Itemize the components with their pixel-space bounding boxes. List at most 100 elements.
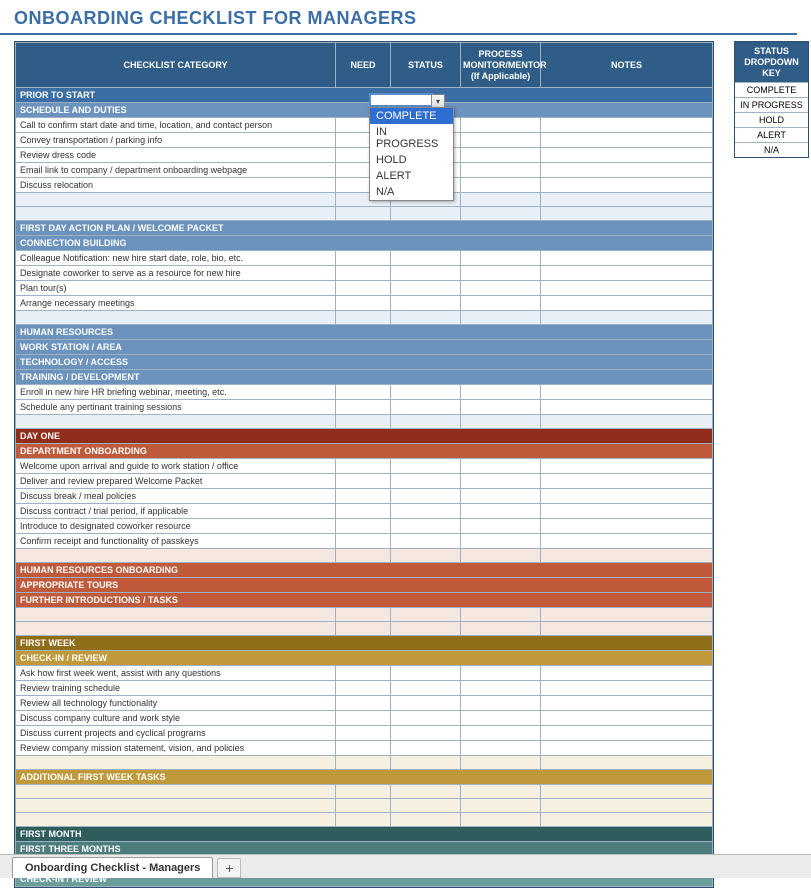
empty-cell[interactable]	[461, 311, 541, 325]
notes-cell[interactable]	[541, 148, 713, 163]
status-cell[interactable]	[391, 266, 461, 281]
status-cell[interactable]	[391, 251, 461, 266]
section-header[interactable]: PRIOR TO START	[16, 88, 713, 103]
notes-cell[interactable]	[541, 681, 713, 696]
empty-cell[interactable]	[336, 799, 391, 813]
checklist-item-label[interactable]: Welcome upon arrival and guide to work s…	[16, 459, 336, 474]
empty-cell[interactable]	[336, 549, 391, 563]
checklist-item-label[interactable]: Discuss company culture and work style	[16, 711, 336, 726]
status-cell[interactable]	[391, 741, 461, 756]
add-sheet-button[interactable]: +	[217, 858, 241, 878]
status-cell-selected[interactable]: ▾ COMPLETE IN PROGRESS HOLD ALERT N/A	[369, 93, 433, 107]
section-header[interactable]: DAY ONE	[16, 429, 713, 444]
need-cell[interactable]	[336, 726, 391, 741]
empty-cell[interactable]	[336, 756, 391, 770]
empty-cell[interactable]	[541, 207, 713, 221]
process-cell[interactable]	[461, 296, 541, 311]
col-header-need[interactable]: NEED	[336, 43, 391, 88]
empty-cell[interactable]	[541, 813, 713, 827]
col-header-status[interactable]: STATUS	[391, 43, 461, 88]
section-header[interactable]: FIRST DAY ACTION PLAN / WELCOME PACKET	[16, 221, 713, 236]
checklist-item-label[interactable]: Designate coworker to serve as a resourc…	[16, 266, 336, 281]
section-header[interactable]: HUMAN RESOURCES ONBOARDING	[16, 563, 713, 578]
empty-cell[interactable]	[336, 608, 391, 622]
notes-cell[interactable]	[541, 459, 713, 474]
empty-cell[interactable]	[16, 415, 336, 429]
empty-cell[interactable]	[461, 549, 541, 563]
empty-cell[interactable]	[391, 415, 461, 429]
notes-cell[interactable]	[541, 400, 713, 415]
process-cell[interactable]	[461, 459, 541, 474]
status-cell[interactable]	[391, 519, 461, 534]
section-header[interactable]: APPROPRIATE TOURS	[16, 578, 713, 593]
empty-cell[interactable]	[391, 756, 461, 770]
process-cell[interactable]	[461, 741, 541, 756]
empty-cell[interactable]	[541, 549, 713, 563]
checklist-item-label[interactable]: Deliver and review prepared Welcome Pack…	[16, 474, 336, 489]
checklist-item-label[interactable]: Review company mission statement, vision…	[16, 741, 336, 756]
need-cell[interactable]	[336, 519, 391, 534]
empty-cell[interactable]	[336, 813, 391, 827]
process-cell[interactable]	[461, 163, 541, 178]
empty-cell[interactable]	[16, 207, 336, 221]
empty-cell[interactable]	[541, 785, 713, 799]
section-header[interactable]: TECHNOLOGY / ACCESS	[16, 355, 713, 370]
process-cell[interactable]	[461, 711, 541, 726]
checklist-item-label[interactable]: Convey transportation / parking info	[16, 133, 336, 148]
process-cell[interactable]	[461, 726, 541, 741]
status-cell[interactable]	[391, 726, 461, 741]
checklist-item-label[interactable]: Introduce to designated coworker resourc…	[16, 519, 336, 534]
dropdown-option-alert[interactable]: ALERT	[370, 168, 453, 184]
section-header[interactable]: ADDITIONAL FIRST WEEK TASKS	[16, 770, 713, 785]
status-dropdown-list[interactable]: COMPLETE IN PROGRESS HOLD ALERT N/A	[369, 107, 454, 201]
checklist-item-label[interactable]: Review dress code	[16, 148, 336, 163]
empty-cell[interactable]	[541, 311, 713, 325]
empty-cell[interactable]	[16, 785, 336, 799]
section-header[interactable]: FIRST MONTH	[16, 827, 713, 842]
notes-cell[interactable]	[541, 741, 713, 756]
need-cell[interactable]	[336, 281, 391, 296]
need-cell[interactable]	[336, 534, 391, 549]
checklist-item-label[interactable]: Enroll in new hire HR briefing webinar, …	[16, 385, 336, 400]
process-cell[interactable]	[461, 519, 541, 534]
empty-cell[interactable]	[391, 813, 461, 827]
empty-cell[interactable]	[336, 207, 391, 221]
process-cell[interactable]	[461, 534, 541, 549]
status-cell[interactable]	[391, 385, 461, 400]
section-header[interactable]: FURTHER INTRODUCTIONS / TASKS	[16, 593, 713, 608]
empty-cell[interactable]	[541, 622, 713, 636]
empty-cell[interactable]	[336, 311, 391, 325]
notes-cell[interactable]	[541, 266, 713, 281]
checklist-item-label[interactable]: Schedule any pertinant training sessions	[16, 400, 336, 415]
status-cell[interactable]	[391, 489, 461, 504]
empty-cell[interactable]	[336, 622, 391, 636]
col-header-category[interactable]: CHECKLIST CATEGORY	[16, 43, 336, 88]
dropdown-option-inprogress[interactable]: IN PROGRESS	[370, 124, 453, 152]
process-cell[interactable]	[461, 666, 541, 681]
notes-cell[interactable]	[541, 474, 713, 489]
process-cell[interactable]	[461, 281, 541, 296]
empty-cell[interactable]	[541, 608, 713, 622]
status-cell[interactable]	[391, 681, 461, 696]
status-cell[interactable]	[391, 281, 461, 296]
empty-cell[interactable]	[461, 785, 541, 799]
empty-cell[interactable]	[16, 813, 336, 827]
empty-cell[interactable]	[16, 622, 336, 636]
process-cell[interactable]	[461, 489, 541, 504]
checklist-item-label[interactable]: Ask how first week went, assist with any…	[16, 666, 336, 681]
section-header[interactable]: CHECK-IN / REVIEW	[16, 651, 713, 666]
section-header[interactable]: TRAINING / DEVELOPMENT	[16, 370, 713, 385]
empty-cell[interactable]	[541, 415, 713, 429]
notes-cell[interactable]	[541, 504, 713, 519]
checklist-item-label[interactable]: Arrange necessary meetings	[16, 296, 336, 311]
notes-cell[interactable]	[541, 281, 713, 296]
status-cell[interactable]	[391, 534, 461, 549]
empty-cell[interactable]	[16, 549, 336, 563]
notes-cell[interactable]	[541, 385, 713, 400]
empty-cell[interactable]	[336, 785, 391, 799]
need-cell[interactable]	[336, 666, 391, 681]
status-cell[interactable]	[391, 474, 461, 489]
checklist-item-label[interactable]: Review all technology functionality	[16, 696, 336, 711]
checklist-item-label[interactable]: Discuss current projects and cyclical pr…	[16, 726, 336, 741]
checklist-item-label[interactable]: Email link to company / department onboa…	[16, 163, 336, 178]
